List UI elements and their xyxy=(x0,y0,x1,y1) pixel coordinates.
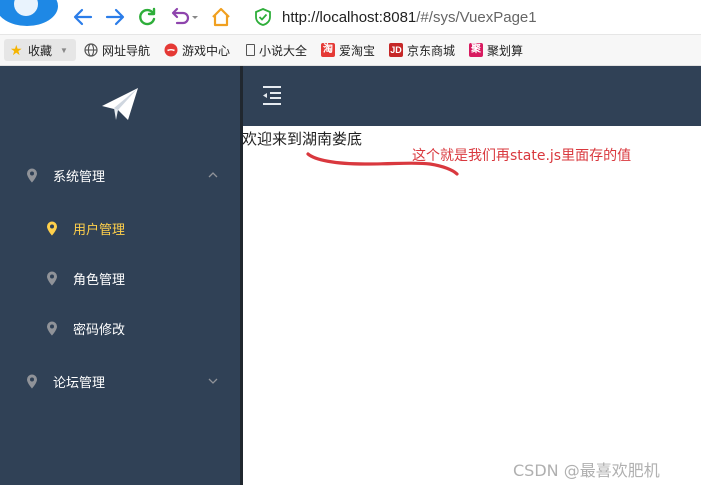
location-pin-icon xyxy=(27,168,37,183)
globe-icon xyxy=(84,43,98,57)
bookmark-label: 京东商城 xyxy=(407,43,456,58)
back-button[interactable] xyxy=(72,6,94,28)
star-icon: ★ xyxy=(10,42,23,58)
bookmark-label: 网址导航 xyxy=(101,43,150,58)
chevron-down-icon: ▼ xyxy=(60,45,68,55)
undo-icon xyxy=(171,7,198,25)
bookmark-taobao[interactable]: 淘 爱淘宝 xyxy=(315,39,381,61)
juhuasuan-icon: 聚 xyxy=(469,43,484,57)
bookmark-label: 爱淘宝 xyxy=(338,43,375,58)
bookmark-favorites[interactable]: ★ 收藏 ▼ xyxy=(4,39,76,61)
collapse-menu-icon[interactable] xyxy=(261,84,283,106)
forward-button[interactable] xyxy=(104,6,126,28)
location-pin-icon xyxy=(47,321,57,336)
sidebar-item-role-management[interactable]: 角色管理 xyxy=(0,258,240,298)
bookmark-label: 游戏中心 xyxy=(181,43,230,58)
sidebar-item-label: 角色管理 xyxy=(73,271,126,287)
sidebar-item-label: 论坛管理 xyxy=(53,374,106,390)
location-pin-icon xyxy=(47,221,57,236)
bookmarks-bar: ★ 收藏 ▼ 网址导航 游戏中心 小说大全 淘 爱淘宝 JD 京东商城 聚 聚划… xyxy=(0,35,701,66)
annotation-note: 这个就是我们再state.js里面存的值 xyxy=(412,148,632,164)
chevron-up-icon xyxy=(208,172,218,178)
home-icon xyxy=(212,7,230,27)
sidebar-item-password-change[interactable]: 密码修改 xyxy=(0,308,240,348)
bookmark-label: 小说大全 xyxy=(258,43,307,58)
game-icon xyxy=(164,43,178,57)
watermark: CSDN @最喜欢肥机 xyxy=(513,461,660,480)
browser-logo-icon xyxy=(0,0,58,26)
bookmark-nav[interactable]: 网址导航 xyxy=(78,39,156,61)
bookmark-jd[interactable]: JD 京东商城 xyxy=(383,39,461,61)
paper-plane-icon xyxy=(102,88,138,120)
url-host: http://localhost:8081 xyxy=(282,8,417,26)
taobao-icon: 淘 xyxy=(320,43,335,57)
shield-icon xyxy=(255,8,271,26)
bookmark-label: 聚划算 xyxy=(487,43,524,58)
location-pin-icon xyxy=(47,271,57,286)
location-pin-icon xyxy=(27,374,37,389)
arrow-right-icon xyxy=(105,8,125,26)
chevron-down-icon xyxy=(208,378,218,384)
welcome-text: 欢迎来到湖南娄底 xyxy=(242,130,363,148)
url-path: /#/sys/VuexPage1 xyxy=(416,8,537,26)
bookmark-novels[interactable]: 小说大全 xyxy=(238,39,313,61)
main-header xyxy=(243,66,701,126)
jd-icon: JD xyxy=(389,43,403,57)
sidebar-item-label: 密码修改 xyxy=(73,321,126,337)
refresh-icon xyxy=(139,7,156,26)
sidebar-item-label: 用户管理 xyxy=(73,221,126,237)
sidebar-item-forum-management[interactable]: 论坛管理 xyxy=(0,361,240,401)
bookmark-label: 收藏 xyxy=(28,43,53,58)
bookmark-juhuasuan[interactable]: 聚 聚划算 xyxy=(463,39,529,61)
book-icon xyxy=(245,44,255,56)
refresh-button[interactable] xyxy=(136,6,158,28)
sidebar-item-label: 系统管理 xyxy=(53,168,106,184)
arrow-left-icon xyxy=(73,8,93,26)
sidebar: 系统管理 用户管理 角色管理 密码修改 论坛管理 xyxy=(0,66,240,485)
sidebar-item-system-management[interactable]: 系统管理 xyxy=(0,155,240,195)
address-bar[interactable]: http://localhost:8081/#/sys/VuexPage1 xyxy=(250,4,700,30)
sidebar-item-user-management[interactable]: 用户管理 xyxy=(0,208,240,248)
bookmark-games[interactable]: 游戏中心 xyxy=(158,39,236,61)
browser-toolbar: http://localhost:8081/#/sys/VuexPage1 xyxy=(0,0,701,35)
home-button[interactable] xyxy=(210,6,232,28)
undo-button[interactable] xyxy=(168,6,202,28)
